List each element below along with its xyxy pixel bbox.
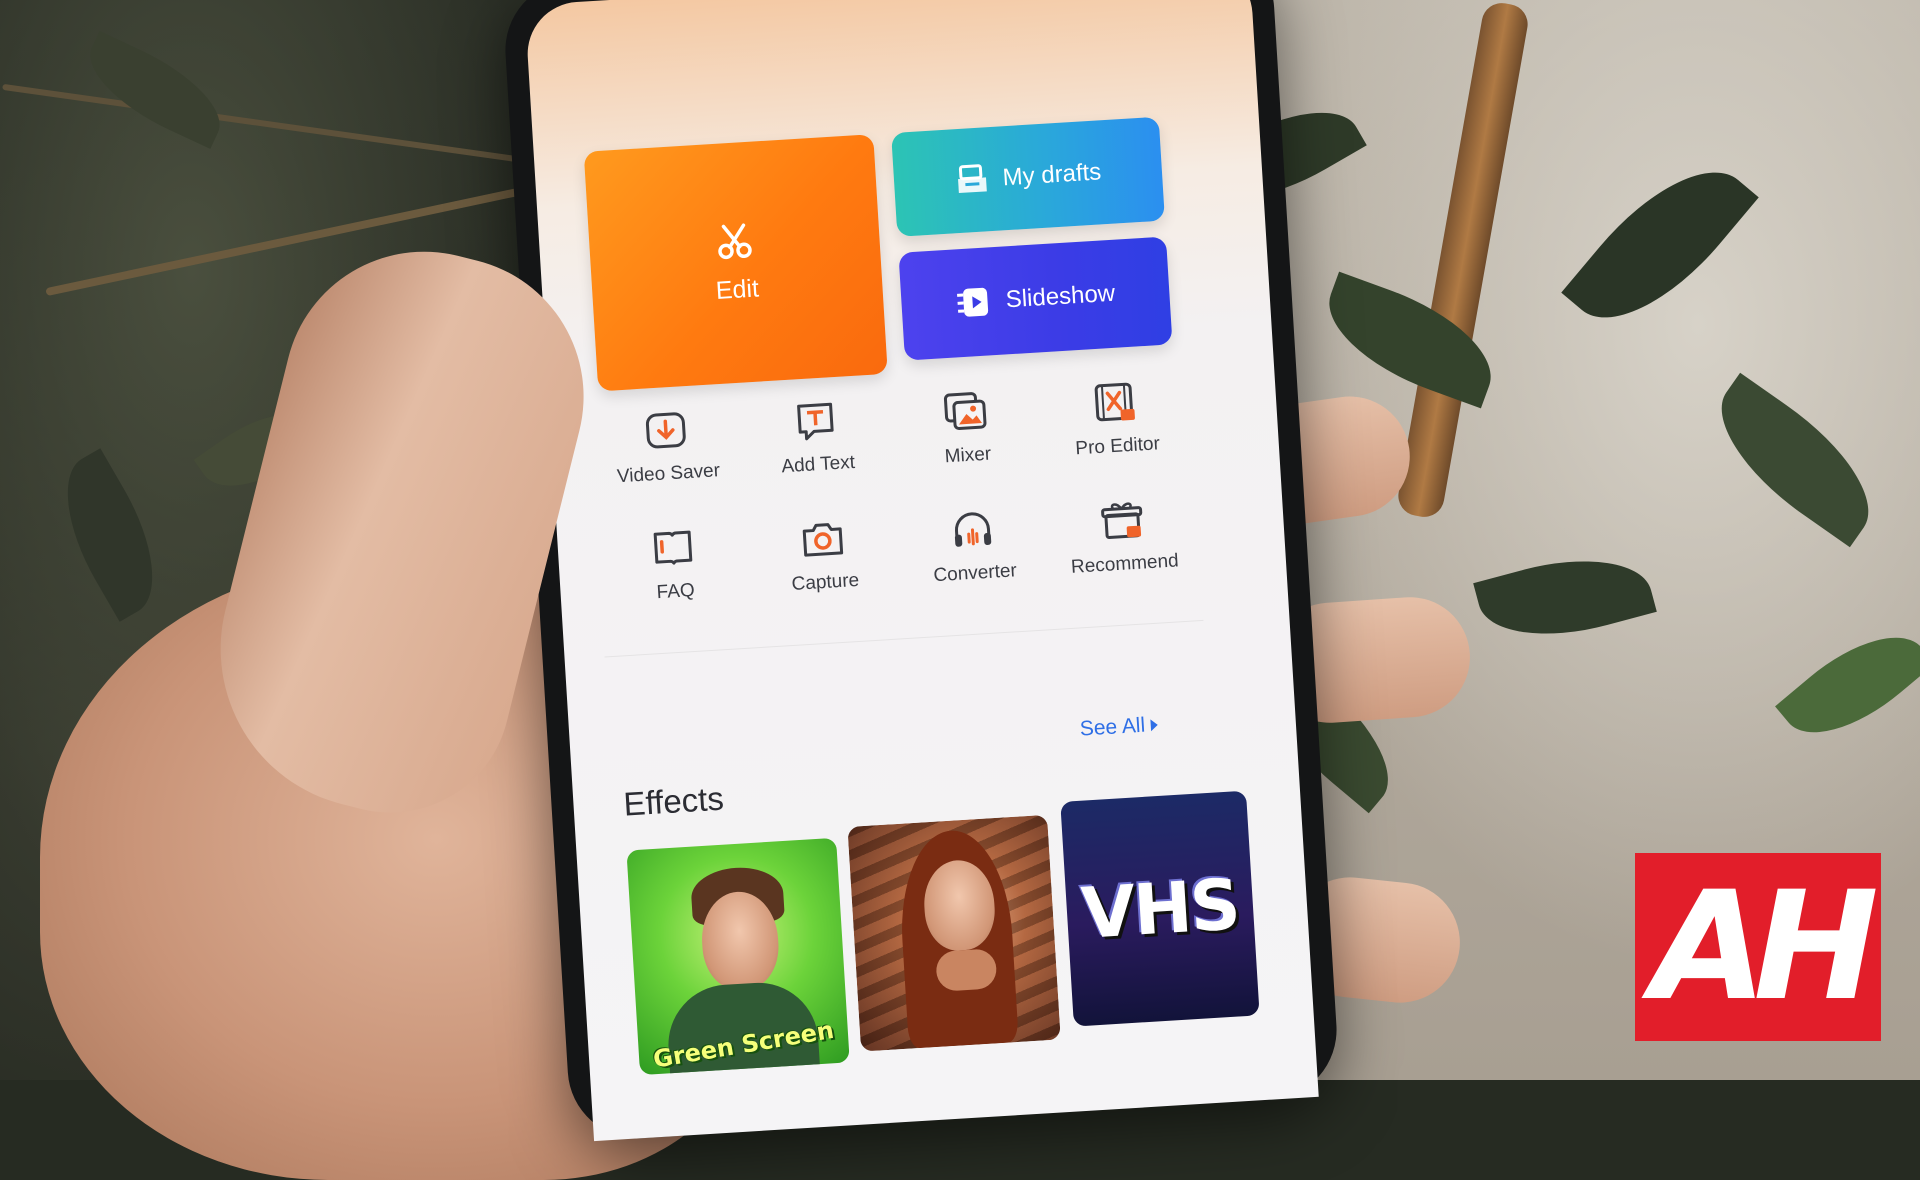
- effects-carousel: Green Screen VHS: [626, 803, 1259, 1080]
- divider: [605, 620, 1204, 658]
- my-drafts-button[interactable]: My drafts: [891, 117, 1165, 237]
- text-icon: [791, 397, 840, 446]
- phone: Edit My drafts: [501, 0, 1340, 1142]
- edit-label: Edit: [715, 274, 760, 306]
- scissors-icon: [713, 220, 755, 262]
- tool-label: Add Text: [781, 452, 856, 478]
- gift-icon: [1098, 496, 1147, 545]
- tool-label: Video Saver: [616, 460, 720, 488]
- chevron-right-icon: [1151, 719, 1159, 731]
- tools-grid: Video Saver Add Text Mixer Pro Editor: [590, 375, 1201, 607]
- ah-logo: AH: [1635, 853, 1881, 1041]
- headphones-icon: [948, 505, 997, 554]
- tool-label: Capture: [791, 570, 860, 596]
- edit-button[interactable]: Edit: [584, 134, 888, 391]
- drafts-icon: [954, 162, 990, 198]
- tool-label: Mixer: [944, 444, 992, 469]
- image-stack-icon: [941, 388, 990, 437]
- effects-title: Effects: [622, 780, 724, 824]
- slideshow-label: Slideshow: [1005, 280, 1116, 315]
- slideshow-icon: [955, 283, 993, 321]
- book-icon: [649, 524, 698, 573]
- portrait-hand: [935, 948, 997, 992]
- slideshow-button[interactable]: Slideshow: [898, 236, 1172, 360]
- tool-label: FAQ: [656, 580, 695, 604]
- tool-faq[interactable]: FAQ: [597, 521, 751, 608]
- effect-light-shadow[interactable]: [847, 815, 1060, 1052]
- camera-icon: [798, 515, 847, 564]
- film-scissors-icon: [1091, 379, 1140, 428]
- effect-vhs[interactable]: VHS: [1060, 791, 1259, 1027]
- tool-video-saver[interactable]: Video Saver: [590, 403, 744, 490]
- tool-pro-editor[interactable]: Pro Editor: [1039, 375, 1193, 462]
- tool-label: Pro Editor: [1075, 433, 1161, 460]
- tool-capture[interactable]: Capture: [746, 511, 900, 598]
- tool-recommend[interactable]: Recommend: [1046, 493, 1200, 580]
- see-all-label: See All: [1079, 714, 1146, 742]
- tool-label: Converter: [933, 560, 1018, 587]
- tool-mixer[interactable]: Mixer: [889, 385, 1043, 472]
- see-all-link[interactable]: See All: [1079, 713, 1159, 742]
- tool-label: Recommend: [1070, 550, 1179, 579]
- effect-green-screen[interactable]: Green Screen: [626, 838, 849, 1075]
- logo-text: AH: [1651, 872, 1865, 1022]
- drafts-label: My drafts: [1002, 158, 1102, 192]
- download-icon: [641, 406, 690, 455]
- tool-add-text[interactable]: Add Text: [739, 394, 893, 481]
- effect-label: VHS: [1079, 863, 1241, 954]
- tool-converter[interactable]: Converter: [896, 502, 1050, 589]
- app-screen: Edit My drafts: [525, 0, 1319, 1141]
